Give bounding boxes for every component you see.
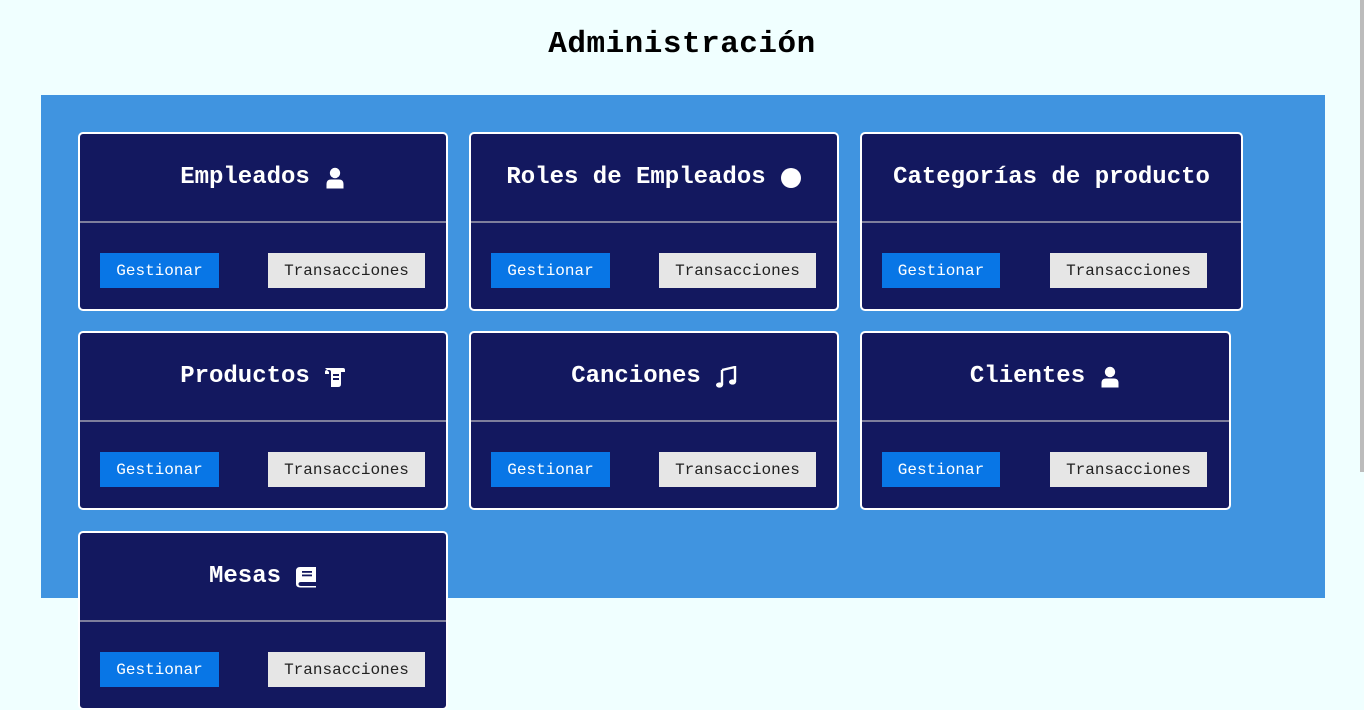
- card-header: Roles de Empleados: [471, 134, 837, 223]
- card-title: Empleados: [180, 164, 310, 191]
- gestionar-button[interactable]: Gestionar: [100, 652, 219, 687]
- card-header: Empleados: [80, 134, 446, 223]
- card-header: Canciones: [471, 333, 837, 422]
- card-mesas: Mesas Gestionar Transacciones: [78, 531, 448, 710]
- card-title: Clientes: [969, 363, 1086, 390]
- book-icon: [295, 566, 317, 588]
- transacciones-button[interactable]: Transacciones: [1050, 253, 1207, 288]
- card-title: Roles de Empleados: [506, 164, 766, 191]
- card-empleados: Empleados Gestionar Transacciones: [78, 132, 448, 311]
- card-productos: Productos Gestionar Transacciones: [78, 331, 448, 510]
- transacciones-button[interactable]: Transacciones: [1050, 452, 1207, 487]
- card-categorias-producto: Categorías de producto Gestionar Transac…: [860, 132, 1243, 311]
- card-title: Categorías de producto: [893, 164, 1210, 191]
- card-clientes: Clientes Gestionar Transacciones: [860, 331, 1231, 510]
- card-title: Productos: [180, 363, 310, 390]
- page-title: Administración: [548, 27, 816, 62]
- gestionar-button[interactable]: Gestionar: [100, 452, 219, 487]
- gestionar-button[interactable]: Gestionar: [491, 452, 610, 487]
- card-roles-empleados: Roles de Empleados Gestionar Transaccion…: [469, 132, 839, 311]
- transacciones-button[interactable]: Transacciones: [659, 253, 816, 288]
- circle-icon: [780, 167, 802, 189]
- card-header: Categorías de producto: [862, 134, 1241, 223]
- gestionar-button[interactable]: Gestionar: [882, 253, 1000, 288]
- card-header: Clientes: [862, 333, 1229, 422]
- transacciones-button[interactable]: Transacciones: [268, 652, 425, 687]
- gestionar-button[interactable]: Gestionar: [882, 452, 1000, 487]
- gestionar-button[interactable]: Gestionar: [491, 253, 610, 288]
- card-title: Mesas: [208, 563, 281, 590]
- admin-panel: Empleados Gestionar Transacciones Roles …: [41, 95, 1325, 710]
- card-canciones: Canciones Gestionar Transacciones: [469, 331, 839, 510]
- card-title: Canciones: [571, 363, 701, 390]
- transacciones-button[interactable]: Transacciones: [659, 452, 816, 487]
- card-header: Mesas: [80, 533, 446, 622]
- music-icon: [715, 365, 737, 388]
- transacciones-button[interactable]: Transacciones: [268, 253, 425, 288]
- scrollbar[interactable]: [1360, 0, 1364, 472]
- user-icon: [324, 167, 346, 189]
- card-header: Productos: [80, 333, 446, 422]
- transacciones-button[interactable]: Transacciones: [268, 452, 425, 487]
- user-icon: [1099, 366, 1121, 388]
- scroll-icon: [324, 366, 346, 388]
- gestionar-button[interactable]: Gestionar: [100, 253, 219, 288]
